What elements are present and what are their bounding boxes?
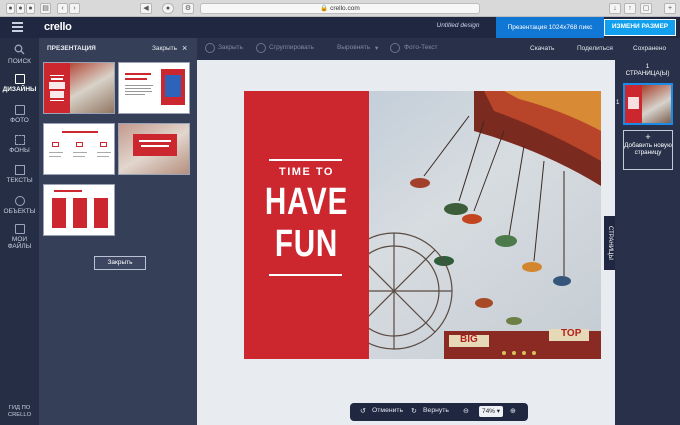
search-icon <box>14 44 25 55</box>
download-button[interactable]: Скачать <box>530 45 554 52</box>
pages-count-number: 1 <box>645 63 650 70</box>
top-rule <box>269 159 342 161</box>
headline-time-to[interactable]: TIME TO <box>244 166 369 178</box>
redo-icon[interactable]: ↻ <box>411 407 417 415</box>
zoom-level[interactable]: 74% ▾ <box>479 406 503 417</box>
sidebar-label-files: МОИ ФАЙЛЫ <box>7 236 32 250</box>
sign-big: BIG <box>460 334 478 345</box>
photo-icon <box>14 105 25 115</box>
panel-close-link[interactable]: Закрыть <box>152 45 177 52</box>
mute-icon[interactable]: ◀ <box>140 3 152 14</box>
add-page-label: Добавить новую страницу <box>624 142 672 156</box>
photo-text-tool[interactable]: Фото-Текст <box>404 44 437 51</box>
sidebar-item-photo[interactable]: ФОТО <box>0 105 39 124</box>
zoom-in-icon[interactable]: ⊕ <box>510 407 516 415</box>
zoom-value: 74% <box>481 408 495 415</box>
panel-close-button[interactable]: Закрыть <box>94 256 146 270</box>
design-canvas[interactable]: BIG TOP TIME TO HAVE FUN <box>244 91 601 359</box>
bottom-controls: ↺ Отменить ↻ Вернуть ⊖ 74% ▾ ⊕ <box>350 403 528 421</box>
sidebar-label-designs: ДИЗАЙНЫ <box>2 86 37 93</box>
templates-panel: ПРЕЗЕНТАЦИЯ Закрыть × Закрыть <box>39 38 197 425</box>
menu-icon[interactable] <box>12 22 23 32</box>
saved-status: Сохранено <box>633 45 667 52</box>
download-icon[interactable]: ↓ <box>609 3 621 14</box>
document-title[interactable]: Untitled design <box>418 22 498 29</box>
url-field[interactable]: 🔒 crello.com <box>200 3 480 14</box>
align-tool[interactable]: Выровнять <box>337 44 370 51</box>
group-tool[interactable]: Сгруппировать <box>269 44 314 51</box>
pages-count: 1 СТРАНИЦА(Ы) <box>615 63 680 77</box>
template-thumb-pricing[interactable] <box>43 184 115 236</box>
panel-header: ПРЕЗЕНТАЦИЯ Закрыть × <box>39 43 197 55</box>
new-tab-icon[interactable]: + <box>664 3 676 14</box>
have-fun-thumb-text <box>49 75 65 101</box>
pages-count-label: СТРАНИЦА(Ы) <box>625 70 670 77</box>
text-icon <box>14 165 25 175</box>
undo-button[interactable]: Отменить <box>372 407 403 414</box>
url-text: crello.com <box>330 5 360 12</box>
sidebar-label-search: ПОИСК <box>8 58 31 65</box>
sidebar-item-backgrounds[interactable]: ФОНЫ <box>0 135 39 154</box>
sidebar-label-photo: ФОТО <box>10 117 29 124</box>
icon-sidebar: ПОИСК ДИЗАЙНЫ ФОТО ФОНЫ ТЕКСТЫ ОБЪЕКТЫ М… <box>0 38 39 425</box>
close-circle-icon <box>205 43 215 53</box>
headline-have[interactable]: HAVE <box>258 183 356 221</box>
undo-icon[interactable]: ↺ <box>360 407 366 415</box>
sidebar-item-objects[interactable]: ОБЪЕКТЫ <box>0 196 39 215</box>
forward-icon[interactable]: › <box>69 3 80 14</box>
bottom-rule <box>269 274 342 276</box>
resize-button[interactable]: ИЗМЕНИ РАЗМЕР <box>604 19 676 36</box>
tabs-icon[interactable]: ▢ <box>640 3 652 14</box>
guide-link[interactable]: ГИД ПО CRELLO <box>0 405 39 419</box>
window-min-icon[interactable]: ● <box>16 3 25 14</box>
pages-panel: 1 СТРАНИЦА(Ы) 1 + Добавить новую страниц… <box>615 60 680 425</box>
sidebar-item-text[interactable]: ТЕКСТЫ <box>0 165 39 184</box>
share-icon[interactable]: ↑ <box>624 3 636 14</box>
panel-title: ПРЕЗЕНТАЦИЯ <box>47 45 96 52</box>
close-icon[interactable]: × <box>182 43 187 53</box>
red-overlay[interactable]: TIME TO HAVE FUN <box>244 91 369 359</box>
headline-fun[interactable]: FUN <box>258 225 356 263</box>
sidebar-label-objects: ОБЪЕКТЫ <box>3 208 36 215</box>
sidebar-item-files[interactable]: МОИ ФАЙЛЫ <box>0 224 39 250</box>
phototext-circle-icon <box>390 43 400 53</box>
sidebar-toggle-icon[interactable]: ▤ <box>40 3 51 14</box>
sidebar-item-designs[interactable]: ДИЗАЙНЫ <box>0 74 39 93</box>
window-max-icon[interactable]: ● <box>26 3 35 14</box>
designs-icon <box>14 74 25 84</box>
back-icon[interactable]: ‹ <box>57 3 68 14</box>
objects-icon <box>14 196 25 206</box>
right-toolbar: Скачать Поделиться Сохранено <box>517 38 680 60</box>
files-icon <box>14 224 25 234</box>
plus-icon: + <box>645 132 651 142</box>
chevron-down-icon[interactable]: ▾ <box>375 44 378 52</box>
page-number: 1 <box>616 100 620 106</box>
sign-top: TOP <box>561 328 582 339</box>
share-button[interactable]: Поделиться <box>577 45 613 52</box>
group-circle-icon <box>256 43 266 53</box>
template-thumb-event[interactable] <box>118 62 190 114</box>
template-thumb-red-banner[interactable] <box>118 123 190 175</box>
zoom-out-icon[interactable]: ⊖ <box>463 407 469 415</box>
sidebar-label-backgrounds: ФОНЫ <box>9 147 30 154</box>
page-thumbnail[interactable] <box>623 83 673 125</box>
crello-logo[interactable]: crello <box>44 21 72 33</box>
pages-tab[interactable]: СТРАНИЦЫ <box>604 216 615 270</box>
add-page-button[interactable]: + Добавить новую страницу <box>623 130 673 170</box>
sidebar-label-text: ТЕКСТЫ <box>6 177 33 184</box>
size-label: Презентация 1024x768 пикс <box>496 17 604 38</box>
canvas-area: BIG TOP TIME TO HAVE FUN <box>197 60 615 425</box>
window-close-icon[interactable]: ● <box>6 3 15 14</box>
extension-icon[interactable]: ● <box>162 3 174 14</box>
template-thumb-services[interactable] <box>43 123 115 175</box>
template-thumb-have-fun[interactable] <box>43 62 115 114</box>
redo-button[interactable]: Вернуть <box>423 407 449 414</box>
backgrounds-icon <box>14 135 25 145</box>
tools-icon[interactable]: ⚙ <box>182 3 194 14</box>
sidebar-item-search[interactable]: ПОИСК <box>0 44 39 65</box>
browser-toolbar: ● ● ● ▤ ‹ › ◀ ● ⚙ 🔒 crello.com ↓ ↑ ▢ + <box>0 0 680 17</box>
close-tool[interactable]: Закрыть <box>218 44 243 51</box>
